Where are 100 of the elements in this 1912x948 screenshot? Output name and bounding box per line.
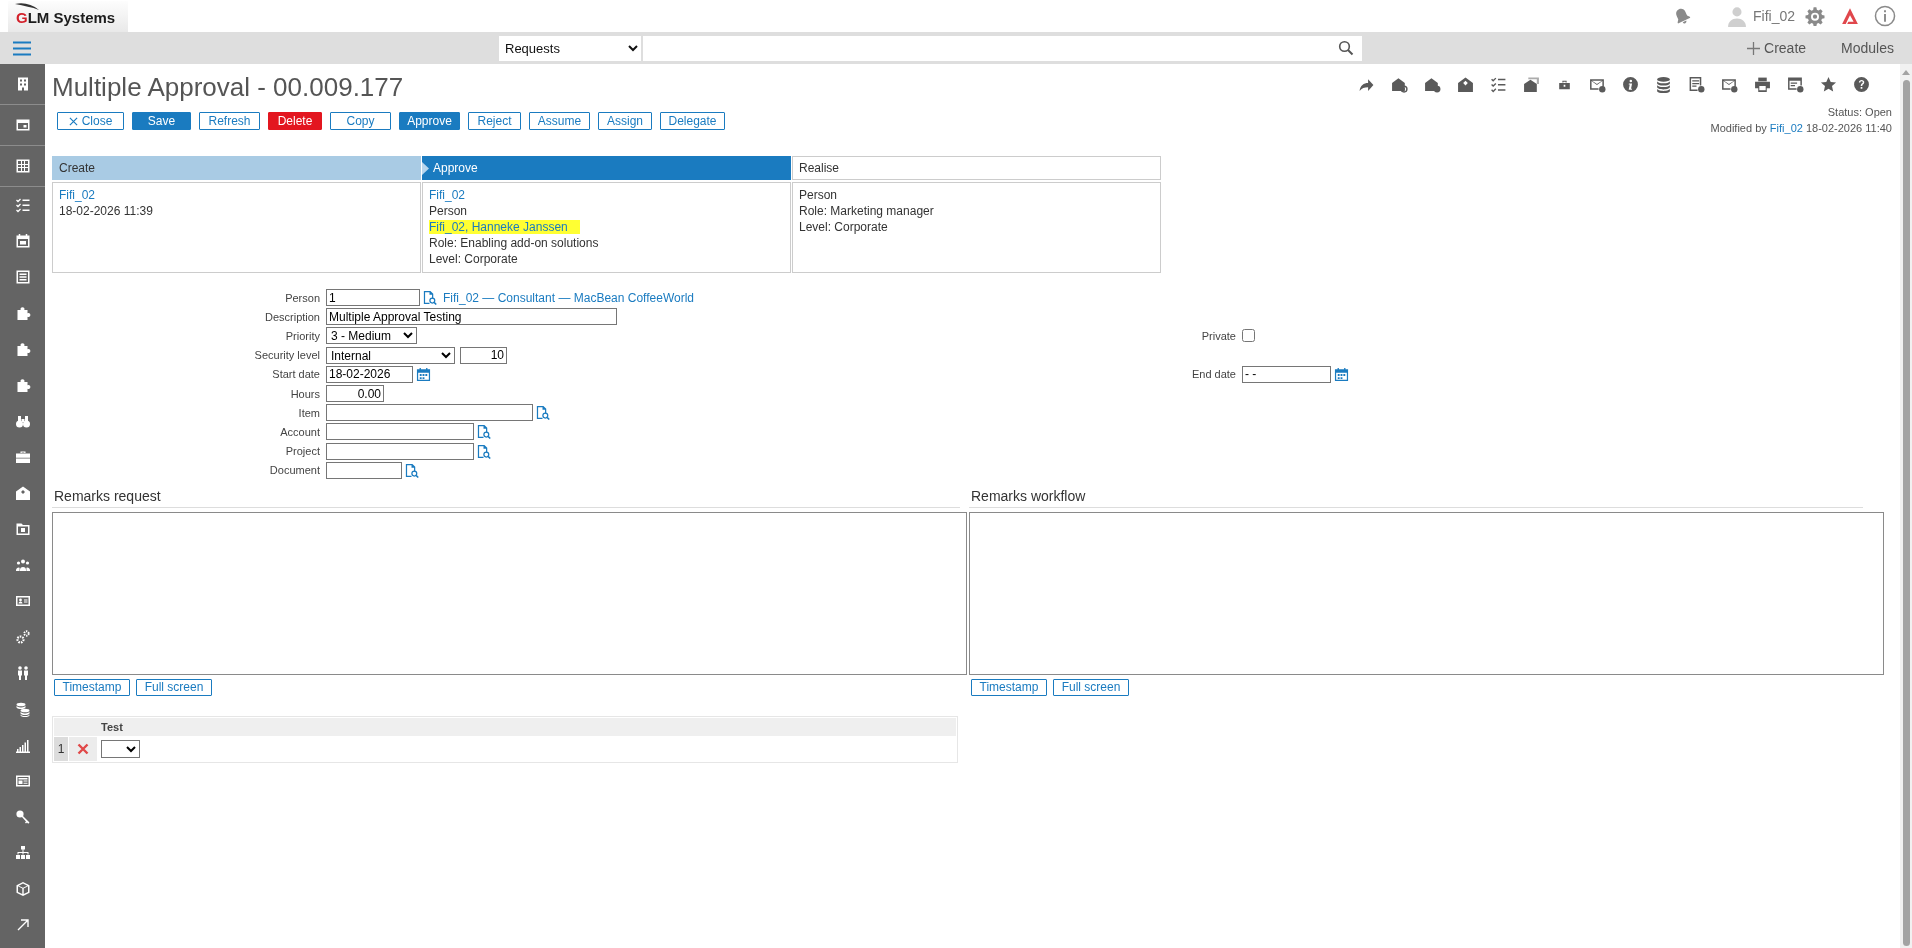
triangle-logo-icon[interactable]: [1841, 7, 1859, 25]
logo-text: GLM Systems: [16, 8, 116, 26]
lookup-icon[interactable]: [422, 290, 437, 306]
plus-icon: [1747, 41, 1761, 55]
company-logo[interactable]: GLM Systems: [8, 0, 128, 32]
remarks-button[interactable]: Full screen: [136, 678, 212, 696]
info-icon[interactable]: [1874, 5, 1896, 27]
window-badge-icon[interactable]: [1787, 76, 1804, 93]
modules-button[interactable]: Modules: [1841, 40, 1894, 56]
info-icon[interactable]: [1622, 76, 1639, 93]
close-button[interactable]: Close: [57, 112, 124, 130]
remarks-button[interactable]: Timestamp: [971, 678, 1047, 696]
envelopes-icon[interactable]: [1523, 76, 1540, 93]
action-button[interactable]: Assign: [598, 112, 652, 130]
step-detail-text: Role: Marketing manager: [799, 204, 934, 218]
delete-button[interactable]: Delete: [268, 112, 322, 130]
gears-icon[interactable]: [14, 629, 31, 645]
cube-icon[interactable]: [14, 881, 31, 897]
calendar-icon[interactable]: [416, 366, 431, 382]
briefcase-icon[interactable]: [14, 449, 31, 465]
lookup-icon[interactable]: [476, 424, 491, 440]
user-link[interactable]: Fifi_02: [59, 188, 96, 202]
org-chart-icon[interactable]: [14, 845, 31, 861]
test-dropdown[interactable]: [101, 739, 140, 758]
column-header: Test: [100, 720, 123, 733]
user-link[interactable]: Fifi_02: [1769, 122, 1803, 134]
action-button[interactable]: Copy: [330, 112, 391, 130]
text-field[interactable]: Multiple Approval Testing: [326, 308, 617, 326]
lookup-field[interactable]: [326, 423, 474, 441]
highlighted-assignees[interactable]: Fifi_02, Hanneke Janssen: [429, 220, 580, 234]
step-detail-text: 18-02-2026 11:39: [59, 204, 153, 218]
key-icon[interactable]: [14, 809, 31, 825]
field-label: Security level: [253, 349, 320, 362]
lookup-field[interactable]: 1: [326, 289, 420, 307]
remarks-button[interactable]: Timestamp: [54, 678, 130, 696]
list-icon[interactable]: [14, 269, 31, 285]
lookup-icon[interactable]: [404, 462, 419, 478]
action-button[interactable]: Reject: [468, 112, 521, 130]
window-icon[interactable]: [14, 117, 31, 133]
search-field[interactable]: [643, 35, 1362, 61]
document-badge-icon[interactable]: [1688, 76, 1705, 93]
field-label: Private: [1200, 329, 1236, 342]
lookup-icon[interactable]: [476, 443, 491, 459]
help-icon[interactable]: [1853, 76, 1870, 93]
calendar-icon[interactable]: [14, 233, 31, 249]
bird-swoosh-icon: [14, 1, 40, 11]
checklist-icon[interactable]: [1490, 76, 1507, 93]
database-icon[interactable]: [1655, 76, 1672, 93]
field-label: Start date: [271, 368, 320, 381]
remarks-button[interactable]: Full screen: [1053, 678, 1129, 696]
date-field[interactable]: - -: [1242, 365, 1331, 383]
step-detail-text: Role: Enabling add-on solutions: [429, 236, 599, 250]
search-icon[interactable]: [1338, 40, 1354, 56]
action-button[interactable]: Assume: [529, 112, 590, 130]
primary-action-button[interactable]: Approve: [399, 112, 460, 130]
printer-icon[interactable]: [1754, 76, 1771, 93]
step-title: Realise: [799, 161, 840, 175]
scrollbar-thumb[interactable]: [1902, 80, 1910, 946]
action-button[interactable]: Refresh: [199, 112, 260, 130]
lookup-field[interactable]: [326, 442, 474, 460]
calendar-icon[interactable]: [1334, 366, 1349, 382]
folder-icon[interactable]: [14, 521, 31, 537]
checklist-icon[interactable]: [14, 197, 31, 213]
modified-time: 18-02-2026 11:40: [1805, 122, 1892, 134]
date-field[interactable]: 18-02-2026: [326, 365, 413, 383]
envelope-at-icon[interactable]: [1391, 76, 1408, 93]
step-detail-text: Person: [429, 204, 468, 218]
number-field[interactable]: 10: [460, 346, 507, 364]
create-button[interactable]: Create: [1747, 40, 1807, 56]
user-name[interactable]: Fifi_02: [1752, 8, 1795, 24]
menu-icon[interactable]: [13, 40, 31, 56]
module-dropdown[interactable]: Requests: [499, 35, 643, 61]
user-link[interactable]: Fifi_02: [429, 188, 466, 202]
action-button[interactable]: Delegate: [660, 112, 725, 130]
binoculars-icon[interactable]: [14, 413, 31, 429]
envelope-badge-icon[interactable]: [1721, 76, 1738, 93]
primary-action-button[interactable]: Save: [132, 112, 191, 130]
grid-icon[interactable]: [14, 158, 31, 174]
bar-chart-icon[interactable]: [14, 737, 31, 753]
number-field[interactable]: 0.00: [326, 385, 384, 403]
envelope-badge-icon[interactable]: [1589, 76, 1606, 93]
lookup-field[interactable]: [326, 404, 533, 422]
envelope-icon[interactable]: [14, 485, 31, 501]
star-icon[interactable]: [1820, 76, 1837, 93]
delete-row-icon[interactable]: [77, 742, 89, 755]
coins-icon[interactable]: [14, 701, 31, 717]
settings-icon[interactable]: [1805, 6, 1825, 26]
newspaper-icon[interactable]: [14, 773, 31, 789]
id-card-icon[interactable]: [14, 593, 31, 609]
envelope-icon[interactable]: [1457, 76, 1474, 93]
lookup-field[interactable]: [326, 461, 402, 479]
person-link[interactable]: Fifi_02 — Consultant — MacBean CoffeeWorld: [443, 290, 694, 305]
people-icon[interactable]: [14, 557, 31, 573]
field-label: Hours: [289, 387, 320, 400]
dropdown[interactable]: Internal: [326, 346, 455, 364]
lookup-icon[interactable]: [535, 405, 550, 421]
step-arrow-icon: [422, 162, 429, 175]
envelope-info-icon[interactable]: [1424, 76, 1441, 93]
dropdown[interactable]: 3 - Medium: [326, 327, 417, 345]
checkbox[interactable]: [1242, 329, 1255, 343]
